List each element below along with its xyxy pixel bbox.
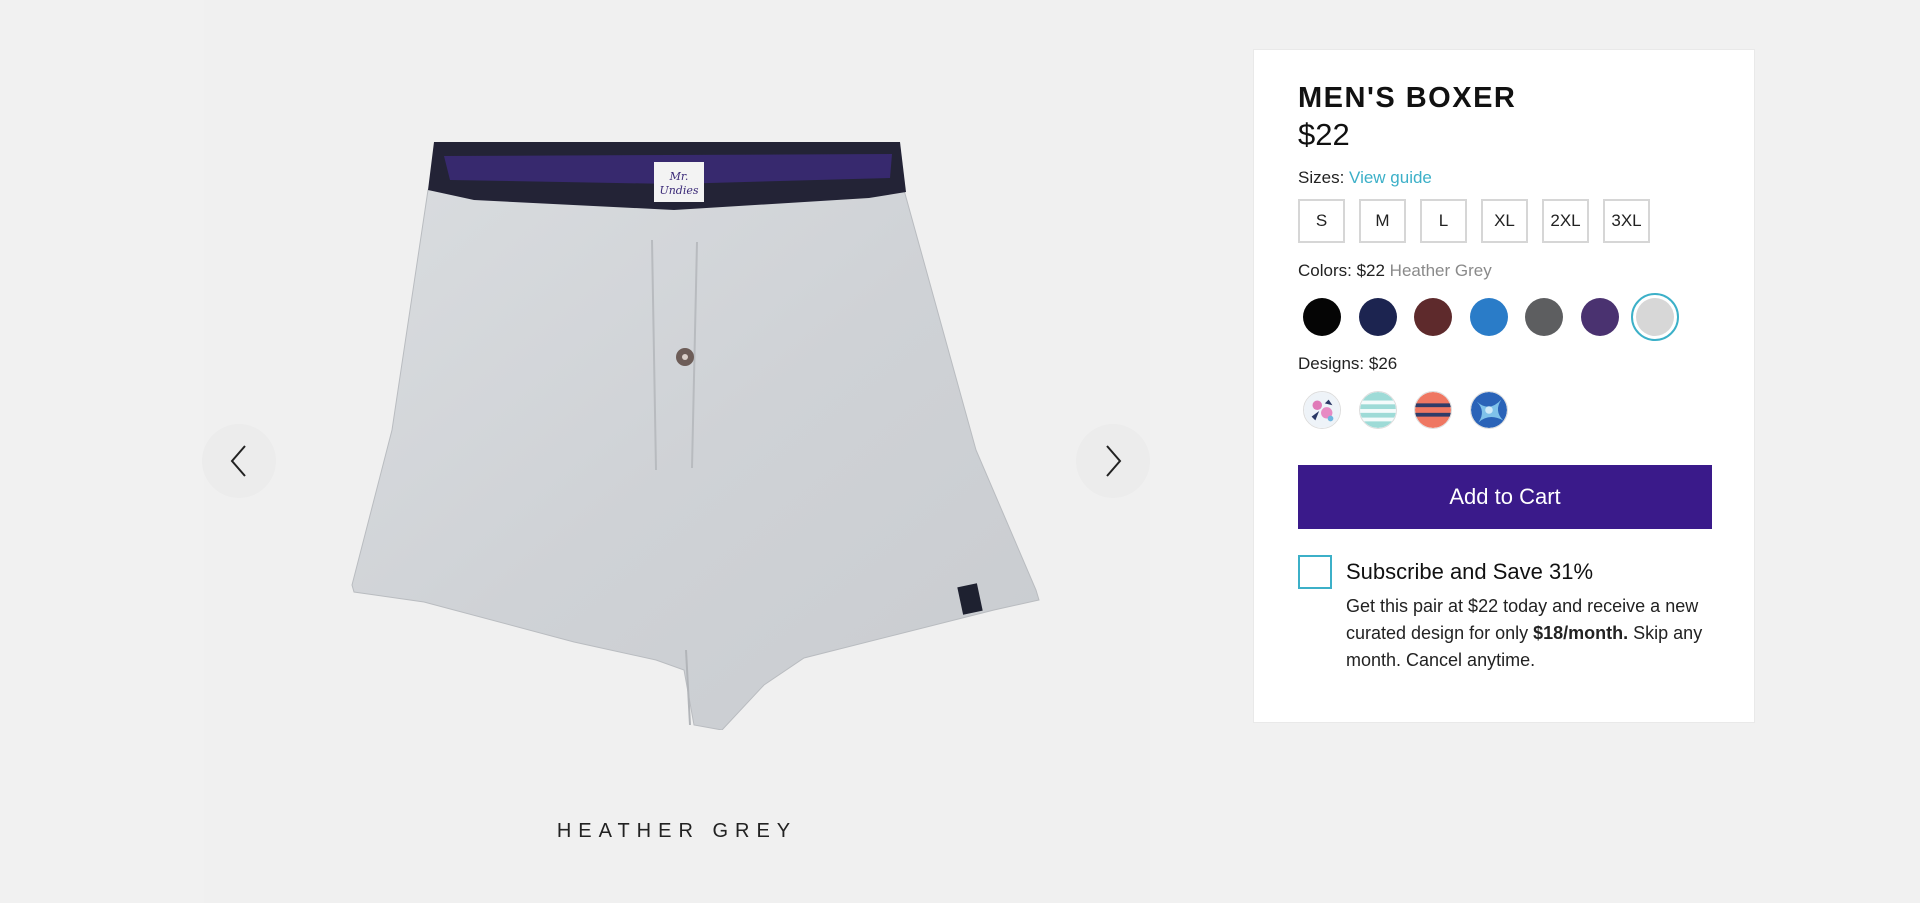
color-swatch-purple[interactable]: [1576, 293, 1624, 341]
color-swatch-charcoal[interactable]: [1520, 293, 1568, 341]
color-swatch-black[interactable]: [1298, 293, 1346, 341]
brand-tag-mr: Mr.: [669, 170, 689, 183]
previous-image-button[interactable]: [202, 424, 276, 498]
chevron-left-icon: [230, 445, 246, 477]
view-size-guide-link[interactable]: View guide: [1349, 168, 1432, 187]
selected-color-name: Heather Grey: [1389, 261, 1492, 280]
chevron-right-icon: [1106, 445, 1122, 477]
blue-tie-dye-icon: [1469, 391, 1508, 429]
product-title: MEN'S BOXER: [1298, 82, 1517, 114]
color-swatch-navy[interactable]: [1354, 293, 1402, 341]
next-image-button[interactable]: [1076, 424, 1150, 498]
color-swatches: [1298, 293, 1687, 341]
colors-heading: Colors: $22 Heather Grey: [1298, 261, 1492, 281]
color-swatch-heather-grey[interactable]: [1631, 293, 1679, 341]
design-swatch-floral[interactable]: [1298, 386, 1346, 434]
floral-print-icon: [1303, 391, 1341, 429]
subscribe-title: Subscribe and Save 31%: [1346, 559, 1594, 584]
colors-label: Colors: $22: [1298, 261, 1385, 280]
size-option-3xl[interactable]: 3XL: [1603, 199, 1650, 243]
coral-stripe-icon: [1414, 391, 1452, 429]
swatch-fill: [1525, 298, 1563, 336]
selected-color-caption: HEATHER GREY: [556, 820, 798, 842]
swatch-fill: [1303, 298, 1341, 336]
size-option-l[interactable]: L: [1420, 199, 1467, 243]
swatch-fill: [1469, 298, 1508, 336]
subscribe-monthly-price: $18/month.: [1533, 623, 1629, 643]
product-gallery: Mr. Undies HEATHER GREY: [202, 0, 1150, 903]
size-option-m[interactable]: M: [1359, 199, 1406, 243]
size-option-s[interactable]: S: [1298, 199, 1345, 243]
subscribe-description: Get this pair at $22 today and receive a…: [1346, 593, 1712, 674]
swatch-fill: [1636, 298, 1674, 336]
swatch-fill: [1358, 298, 1397, 336]
brand-tag-undies: Undies: [659, 184, 698, 197]
sizes-label: Sizes:: [1298, 168, 1345, 187]
add-to-cart-button[interactable]: Add to Cart: [1298, 465, 1712, 529]
size-option-2xl[interactable]: 2XL: [1542, 199, 1589, 243]
design-swatch-coral-stripe[interactable]: [1409, 386, 1457, 434]
color-swatch-blue[interactable]: [1465, 293, 1513, 341]
design-swatch-aqua-stripe[interactable]: [1354, 386, 1402, 434]
product-panel: MEN'S BOXER $22 Sizes: View guide S M L …: [1253, 49, 1755, 723]
color-swatch-maroon[interactable]: [1409, 293, 1457, 341]
swatch-fill: [1580, 298, 1619, 336]
design-swatches: [1298, 386, 1520, 434]
subscribe-checkbox[interactable]: [1298, 555, 1332, 589]
designs-label: Designs: $26: [1298, 354, 1398, 373]
swatch-fill: [1414, 298, 1452, 336]
aqua-stripe-icon: [1358, 391, 1397, 429]
size-options: S M L XL 2XL 3XL: [1298, 199, 1664, 243]
size-option-xl[interactable]: XL: [1481, 199, 1528, 243]
product-image: Mr. Undies: [351, 142, 1040, 730]
product-price: $22: [1298, 117, 1350, 152]
design-swatch-tie-dye[interactable]: [1465, 386, 1513, 434]
sizes-heading: Sizes: View guide: [1298, 168, 1432, 188]
